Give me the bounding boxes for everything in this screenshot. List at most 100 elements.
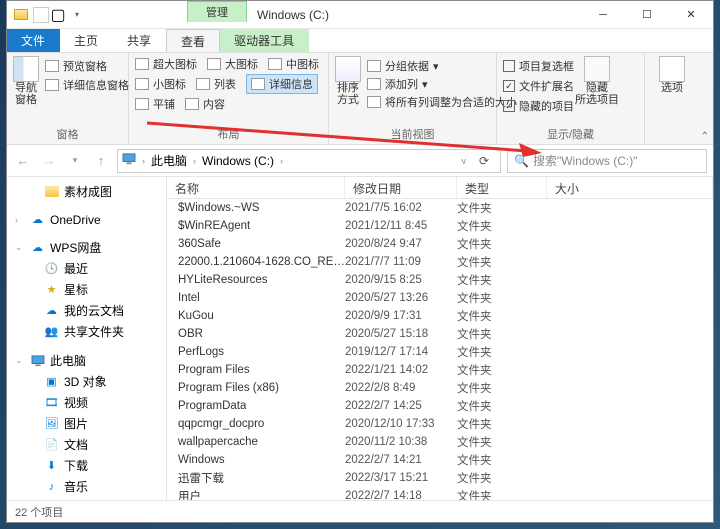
- nav-item[interactable]: ⌄☁WPS网盘: [15, 237, 166, 258]
- address-dropdown[interactable]: v: [460, 156, 469, 166]
- file-row[interactable]: KuGou2020/9/9 17:31文件夹: [167, 307, 713, 325]
- qat-item-2[interactable]: ▢: [51, 8, 65, 22]
- chevron-right-icon[interactable]: ›: [140, 156, 147, 166]
- nav-item[interactable]: ⌄此电脑: [15, 350, 166, 371]
- file-row[interactable]: wallpapercache2020/11/2 10:38文件夹: [167, 433, 713, 451]
- minimize-button[interactable]: ─: [581, 1, 625, 29]
- file-row[interactable]: HYLiteResources2020/9/15 8:25文件夹: [167, 271, 713, 289]
- col-size[interactable]: 大小: [547, 177, 713, 198]
- hidden-items-toggle[interactable]: ✓隐藏的项目: [503, 98, 574, 114]
- file-date: 2022/2/7 14:25: [345, 400, 457, 412]
- qat-item-1[interactable]: [33, 7, 49, 23]
- ribbon-collapse-button[interactable]: ⌃: [701, 131, 709, 142]
- tab-home[interactable]: 主页: [60, 29, 113, 52]
- col-name[interactable]: 名称: [167, 177, 345, 198]
- nav-item[interactable]: ▣ 3D 对象: [15, 371, 166, 392]
- chevron-icon: ›: [15, 215, 25, 225]
- file-row[interactable]: $Windows.~WS2021/7/5 16:02文件夹: [167, 199, 713, 217]
- tab-drive-tools[interactable]: 驱动器工具: [220, 29, 309, 52]
- onedrive-icon: ☁: [30, 212, 45, 227]
- col-type[interactable]: 类型: [457, 177, 547, 198]
- nav-item[interactable]: ⬇下载: [15, 455, 166, 476]
- layout-list[interactable]: 列表: [196, 74, 236, 94]
- tab-share[interactable]: 共享: [113, 29, 166, 52]
- group-by-button[interactable]: 分组依据 ▾: [367, 58, 517, 74]
- nav-item[interactable]: 素材成图: [15, 181, 166, 202]
- nav-item[interactable]: ›☁OneDrive: [15, 210, 166, 229]
- layout-md-icons[interactable]: 中图标: [268, 56, 319, 72]
- breadcrumb-drive-c[interactable]: Windows (C:): [202, 154, 274, 168]
- options-button[interactable]: 选项: [651, 56, 693, 94]
- file-row[interactable]: qqpcmgr_docpro2020/12/10 17:33文件夹: [167, 415, 713, 433]
- address-bar[interactable]: › 此电脑 › Windows (C:) › v ⟳: [117, 149, 501, 173]
- folder-icon: [11, 5, 31, 25]
- nav-item[interactable]: 🖼图片: [15, 413, 166, 434]
- file-name: OBR: [178, 328, 203, 340]
- close-button[interactable]: ✕: [669, 1, 713, 29]
- tab-view[interactable]: 查看: [166, 29, 220, 52]
- chevron-right-icon[interactable]: ›: [278, 156, 285, 166]
- file-list[interactable]: $Windows.~WS2021/7/5 16:02文件夹$WinREAgent…: [167, 199, 713, 500]
- layout-content[interactable]: 内容: [185, 96, 225, 112]
- maximize-button[interactable]: ☐: [625, 1, 669, 29]
- file-row[interactable]: Program Files (x86)2022/2/8 8:49文件夹: [167, 379, 713, 397]
- chevron-right-icon[interactable]: ›: [191, 156, 198, 166]
- group-label-showhide: 显示/隐藏: [497, 126, 644, 142]
- file-row[interactable]: Program Files2022/1/21 14:02文件夹: [167, 361, 713, 379]
- file-row[interactable]: OBR2020/5/27 15:18文件夹: [167, 325, 713, 343]
- file-type: 文件夹: [457, 290, 547, 306]
- recent-locations-button[interactable]: ▾: [65, 151, 85, 171]
- search-icon: 🔍: [514, 154, 529, 168]
- col-date[interactable]: 修改日期: [345, 177, 457, 198]
- file-row[interactable]: 迅雷下载2022/3/17 15:21文件夹: [167, 469, 713, 487]
- forward-button[interactable]: →: [39, 151, 59, 171]
- file-row[interactable]: PerfLogs2019/12/7 17:14文件夹: [167, 343, 713, 361]
- nav-label: 音乐: [64, 478, 88, 495]
- nav-item[interactable]: ☁我的云文档: [15, 300, 166, 321]
- details-pane-button[interactable]: 详细信息窗格: [45, 77, 129, 93]
- navigation-pane[interactable]: 素材成图›☁OneDrive⌄☁WPS网盘🕓最近★星标☁我的云文档👥共享文件夹⌄…: [7, 177, 167, 500]
- layout-lg-icons[interactable]: 大图标: [207, 56, 258, 72]
- layout-sm-icons[interactable]: 小图标: [135, 74, 186, 94]
- layout-xl-icons[interactable]: 超大图标: [135, 56, 197, 72]
- breadcrumb-this-pc[interactable]: 此电脑: [151, 152, 187, 169]
- item-checkboxes-toggle[interactable]: 项目复选框: [503, 58, 574, 74]
- ribbon: 导航窗格 预览窗格 详细信息窗格 窗格 超大图标 大图标 中图标 小图标 列表: [7, 53, 713, 145]
- file-row[interactable]: 360Safe2020/8/24 9:47文件夹: [167, 235, 713, 253]
- nav-item[interactable]: 📄文档: [15, 434, 166, 455]
- preview-pane-button[interactable]: 预览窗格: [45, 58, 129, 74]
- file-type: 文件夹: [457, 452, 547, 468]
- file-row[interactable]: Intel2020/5/27 13:26文件夹: [167, 289, 713, 307]
- file-type: 文件夹: [457, 254, 547, 270]
- qat-dropdown[interactable]: ▾: [67, 5, 87, 25]
- 3d-icon: ▣: [44, 374, 59, 389]
- autosize-columns-button[interactable]: 将所有列调整为合适的大小: [367, 94, 517, 110]
- file-date: 2019/12/7 17:14: [345, 346, 457, 358]
- file-row[interactable]: 22000.1.210604-1628.CO_RELEASE_S...2021/…: [167, 253, 713, 271]
- nav-item[interactable]: 🎞视频: [15, 392, 166, 413]
- file-row[interactable]: ProgramData2022/2/7 14:25文件夹: [167, 397, 713, 415]
- file-list-area: 名称 修改日期 类型 大小 $Windows.~WS2021/7/5 16:02…: [167, 177, 713, 500]
- ribbon-group-options: 选项: [645, 53, 687, 144]
- refresh-button[interactable]: ⟳: [472, 154, 496, 168]
- nav-item[interactable]: 🕓最近: [15, 258, 166, 279]
- nav-label: 3D 对象: [64, 373, 107, 390]
- up-button[interactable]: ↑: [91, 151, 111, 171]
- nav-item[interactable]: 👥共享文件夹: [15, 321, 166, 342]
- back-button[interactable]: ←: [13, 151, 33, 171]
- nav-item[interactable]: ★星标: [15, 279, 166, 300]
- nav-item[interactable]: ♪音乐: [15, 476, 166, 497]
- contextual-tab-label: 管理: [187, 1, 247, 22]
- search-input[interactable]: 🔍 搜索"Windows (C:)": [507, 149, 707, 173]
- file-row[interactable]: $WinREAgent2021/12/11 8:45文件夹: [167, 217, 713, 235]
- add-columns-button[interactable]: 添加列 ▾: [367, 76, 517, 92]
- file-row[interactable]: Windows2022/2/7 14:21文件夹: [167, 451, 713, 469]
- file-type: 文件夹: [457, 236, 547, 252]
- file-ext-toggle[interactable]: ✓文件扩展名: [503, 78, 574, 94]
- file-name: PerfLogs: [178, 346, 224, 358]
- file-row[interactable]: 用户2022/2/7 14:18文件夹: [167, 487, 713, 500]
- layout-details[interactable]: 详细信息: [246, 74, 318, 94]
- layout-tiles[interactable]: 平铺: [135, 96, 175, 112]
- nav-label: WPS网盘: [50, 239, 101, 256]
- tab-file[interactable]: 文件: [7, 29, 60, 52]
